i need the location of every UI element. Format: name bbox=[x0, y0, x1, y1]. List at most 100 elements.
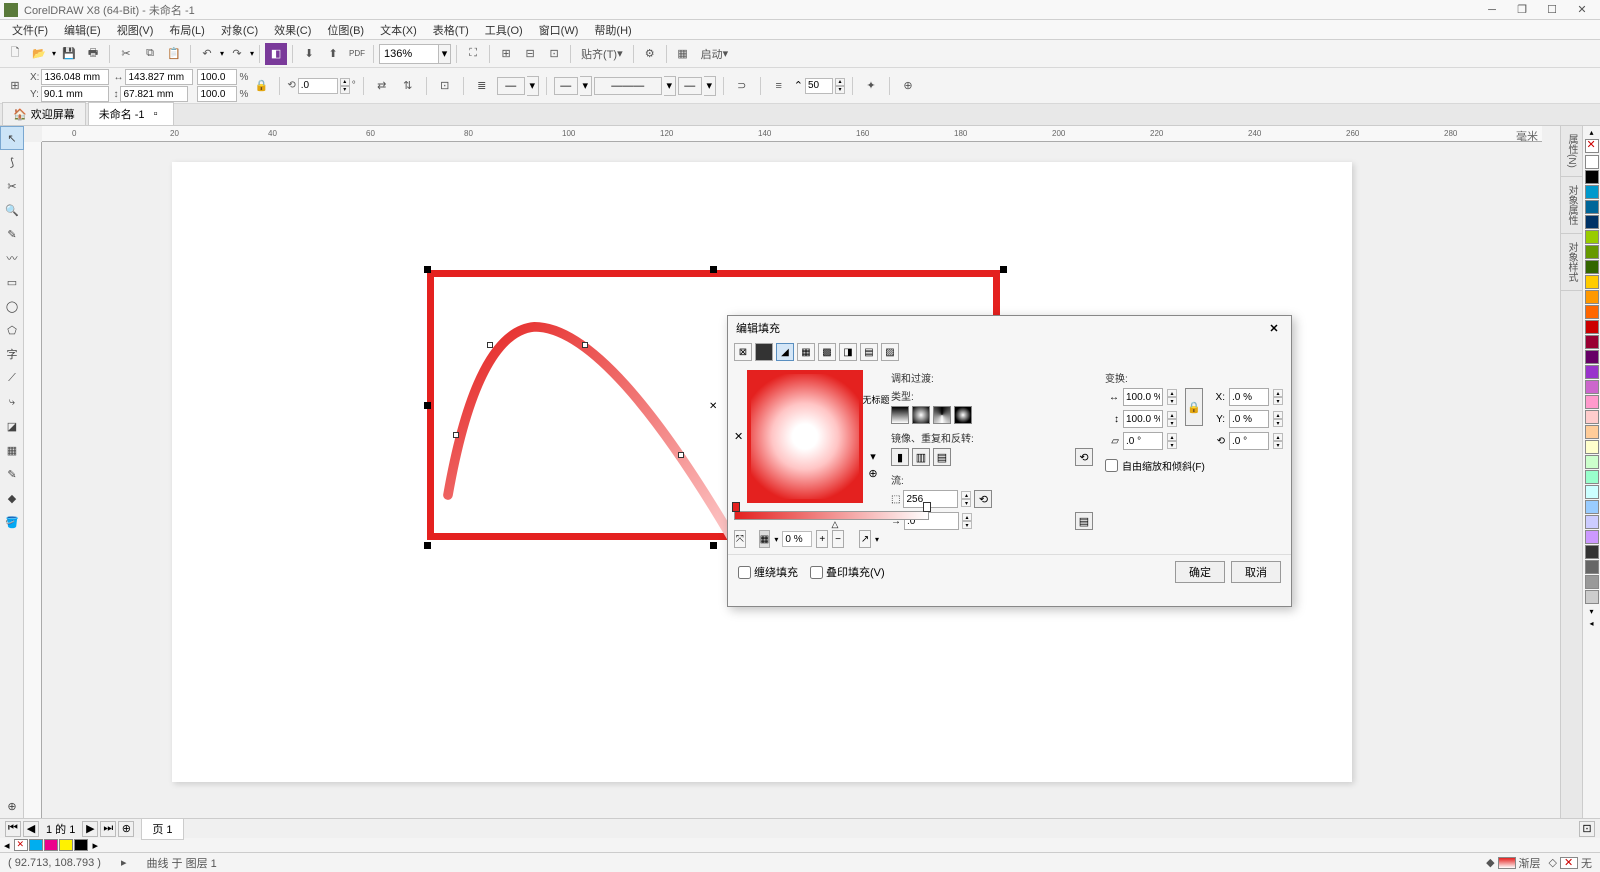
line-start-dropdown[interactable]: ▾ bbox=[527, 76, 539, 96]
color-swatch[interactable] bbox=[1585, 470, 1599, 484]
color-swatch[interactable] bbox=[1585, 155, 1599, 169]
center-x-icon[interactable]: ✕ bbox=[709, 401, 716, 408]
cut-button[interactable]: ✂ bbox=[115, 43, 137, 65]
doc-color-swatch[interactable] bbox=[29, 839, 43, 851]
outline-indicator-swatch[interactable]: ✕ bbox=[1560, 857, 1578, 869]
curve-node[interactable] bbox=[487, 342, 493, 348]
free-scale-checkbox[interactable] bbox=[1105, 459, 1118, 472]
close-tab-button[interactable]: ▫ bbox=[149, 107, 163, 121]
fill-indicator-swatch[interactable] bbox=[1498, 857, 1516, 869]
transparency-tool[interactable]: ▦ bbox=[0, 438, 24, 462]
gradient-start-marker[interactable] bbox=[732, 502, 740, 512]
ellipse-tool[interactable]: ◯ bbox=[0, 294, 24, 318]
arrow-start[interactable]: — bbox=[554, 77, 578, 95]
selection-handle[interactable] bbox=[710, 266, 717, 273]
crop-tool[interactable]: ✂ bbox=[0, 174, 24, 198]
close-button[interactable]: ✕ bbox=[1568, 1, 1596, 19]
fill-postscript-tab[interactable]: ▨ bbox=[881, 343, 899, 361]
convert-button[interactable]: ✦ bbox=[860, 75, 882, 97]
prev-page-button[interactable]: ◀ bbox=[23, 821, 39, 837]
order-button[interactable]: ⊡ bbox=[434, 75, 456, 97]
undo-button[interactable]: ↶ bbox=[196, 43, 218, 65]
nav-extra-button[interactable]: ⊡ bbox=[1579, 821, 1595, 837]
color-swatch[interactable] bbox=[1585, 305, 1599, 319]
pdf-button[interactable]: PDF bbox=[346, 43, 368, 65]
menu-object[interactable]: 对象(C) bbox=[213, 20, 266, 40]
lock-ratio-button[interactable]: 🔒 bbox=[250, 75, 272, 97]
line-start-style[interactable]: — bbox=[497, 77, 525, 95]
color-swatch[interactable] bbox=[1585, 455, 1599, 469]
vertical-ruler[interactable] bbox=[24, 142, 42, 818]
connector-tool[interactable]: ⤷ bbox=[0, 390, 24, 414]
outline-button[interactable]: ≡ bbox=[768, 75, 790, 97]
tab-document-1[interactable]: 未命名 -1 ▫ bbox=[88, 102, 174, 125]
color-swatch[interactable] bbox=[1585, 230, 1599, 244]
node-opacity-input[interactable] bbox=[782, 531, 812, 547]
transform-height-input[interactable] bbox=[1123, 410, 1163, 428]
color-swatch[interactable] bbox=[1585, 260, 1599, 274]
menu-table[interactable]: 表格(T) bbox=[425, 20, 477, 40]
color-swatch[interactable] bbox=[1585, 185, 1599, 199]
search-content-button[interactable]: ◧ bbox=[265, 43, 287, 65]
color-swatch[interactable] bbox=[1585, 575, 1599, 589]
copy-button[interactable]: ⧉ bbox=[139, 43, 161, 65]
width-input[interactable] bbox=[125, 69, 193, 85]
color-swatch[interactable] bbox=[1585, 335, 1599, 349]
snap-label[interactable]: 贴齐(T) ▾ bbox=[576, 43, 628, 65]
menu-text[interactable]: 文本(X) bbox=[372, 20, 425, 40]
transform-y-input[interactable] bbox=[1229, 410, 1269, 428]
zoom-dropdown[interactable]: ▾ bbox=[439, 44, 451, 64]
fill-none-tab[interactable]: ⊠ bbox=[734, 343, 752, 361]
menu-help[interactable]: 帮助(H) bbox=[586, 20, 639, 40]
menu-edit[interactable]: 编辑(E) bbox=[56, 20, 109, 40]
color-swatch[interactable] bbox=[1585, 380, 1599, 394]
mirror-default-button[interactable]: ▮ bbox=[891, 448, 909, 466]
next-page-button[interactable]: ▶ bbox=[82, 821, 98, 837]
fill-texture-tab[interactable]: ▤ bbox=[860, 343, 878, 361]
menu-window[interactable]: 窗口(W) bbox=[531, 20, 587, 40]
y-position-input[interactable] bbox=[41, 86, 109, 102]
transform-x-input[interactable] bbox=[1229, 388, 1269, 406]
curve-node[interactable] bbox=[678, 452, 684, 458]
color-swatch[interactable] bbox=[1585, 560, 1599, 574]
skew-input[interactable] bbox=[1123, 432, 1163, 450]
color-swatch[interactable] bbox=[1585, 350, 1599, 364]
scale-y-input[interactable] bbox=[197, 86, 237, 102]
angle-up[interactable]: ▴ bbox=[340, 78, 350, 86]
last-page-button[interactable]: ⏭ bbox=[100, 821, 116, 837]
palette-prev-icon[interactable]: ◂ bbox=[4, 839, 10, 852]
preset-button[interactable]: ⊞ bbox=[4, 75, 26, 97]
docker-tab-object-properties[interactable]: 对象属性 bbox=[1561, 177, 1582, 234]
node-delete-button[interactable]: − bbox=[832, 530, 844, 548]
red-curve-shape[interactable] bbox=[432, 322, 762, 572]
selection-handle[interactable] bbox=[1000, 266, 1007, 273]
color-swatch[interactable] bbox=[1585, 545, 1599, 559]
color-eyedropper-tool[interactable]: ✎ bbox=[0, 462, 24, 486]
curve-node[interactable] bbox=[453, 432, 459, 438]
menu-file[interactable]: 文件(F) bbox=[4, 20, 56, 40]
blend-direction-button[interactable]: ↗ bbox=[859, 530, 871, 548]
scale-x-input[interactable] bbox=[197, 69, 237, 85]
maximize-button[interactable]: ☐ bbox=[1538, 1, 1566, 19]
snap2-button[interactable]: ⊟ bbox=[519, 43, 541, 65]
doc-color-swatch[interactable] bbox=[59, 839, 73, 851]
doc-no-color[interactable]: ✕ bbox=[14, 839, 28, 851]
height-input[interactable] bbox=[120, 86, 188, 102]
mirror-v-button[interactable]: ⇅ bbox=[397, 75, 419, 97]
options-button[interactable]: ⚙ bbox=[639, 43, 661, 65]
menu-layout[interactable]: 布局(L) bbox=[161, 20, 212, 40]
snap3-button[interactable]: ⊡ bbox=[543, 43, 565, 65]
gradient-strip[interactable]: △ bbox=[734, 511, 929, 520]
palette-expand[interactable]: ◂ bbox=[1583, 617, 1600, 629]
ok-button[interactable]: 确定 bbox=[1175, 561, 1225, 583]
color-swatch[interactable] bbox=[1585, 440, 1599, 454]
close-curve-button[interactable]: ⊃ bbox=[731, 75, 753, 97]
steps-lock-button[interactable]: ⟲ bbox=[974, 490, 992, 508]
fullscreen-button[interactable]: ⛶ bbox=[462, 43, 484, 65]
winding-fill-checkbox[interactable] bbox=[738, 566, 751, 579]
elliptical-type-button[interactable] bbox=[912, 406, 930, 424]
fill-uniform-tab[interactable] bbox=[755, 343, 773, 361]
color-swatch[interactable] bbox=[1585, 320, 1599, 334]
copies-input[interactable] bbox=[805, 78, 833, 94]
color-swatch[interactable] bbox=[1585, 515, 1599, 529]
